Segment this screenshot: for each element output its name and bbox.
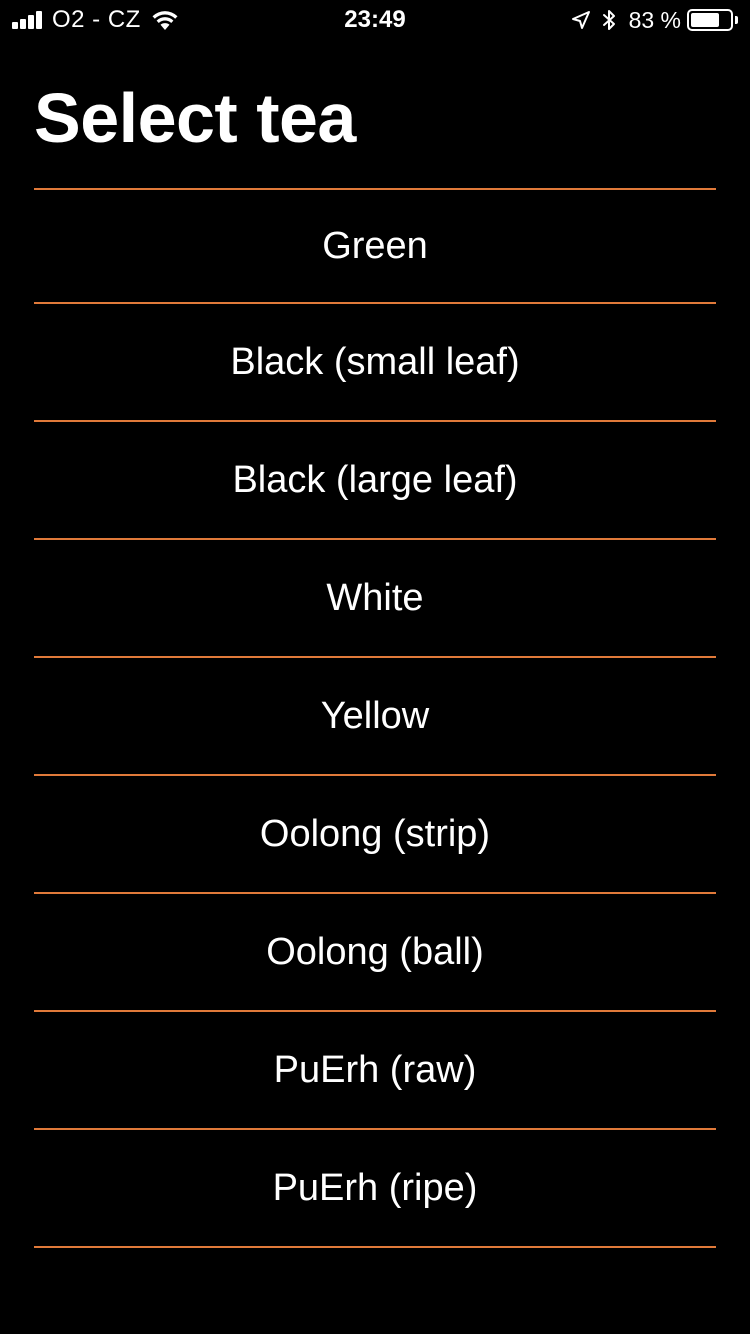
status-bar: O2 - CZ 23:49 83 %: [0, 0, 750, 40]
status-bar-right: 83 %: [571, 6, 738, 34]
tea-option[interactable]: Yellow: [34, 658, 716, 776]
battery-icon: [687, 9, 733, 31]
location-arrow-icon: [571, 11, 590, 29]
battery-cap: [735, 16, 738, 24]
tea-option-label: Black (small leaf): [230, 341, 520, 383]
tea-option-label: Green: [322, 225, 428, 267]
tea-list: Green Black (small leaf) Black (large leaf…: [34, 188, 716, 1248]
tea-option-label: White: [326, 577, 424, 619]
tea-option[interactable]: Black (small leaf): [34, 304, 716, 422]
battery-percent: 83 %: [628, 7, 681, 33]
tea-option[interactable]: Oolong (strip): [34, 776, 716, 894]
tea-option[interactable]: Oolong (ball): [34, 894, 716, 1012]
tea-option[interactable]: White: [34, 540, 716, 658]
battery-level-fill: [691, 13, 720, 27]
tea-option-label: Black (large leaf): [232, 459, 518, 501]
tea-option[interactable]: PuErh (ripe): [34, 1130, 716, 1248]
bluetooth-icon: [602, 10, 615, 30]
tea-option-label: PuErh (raw): [273, 1049, 477, 1091]
page-title: Select tea: [34, 79, 356, 157]
tea-option[interactable]: PuErh (raw): [34, 1012, 716, 1130]
tea-option-label: Yellow: [320, 695, 430, 737]
tea-option-label: Oolong (ball): [266, 931, 484, 973]
tea-option-label: Oolong (strip): [259, 813, 491, 855]
tea-option-label: PuErh (ripe): [272, 1167, 478, 1209]
tea-option[interactable]: Black (large leaf): [34, 422, 716, 540]
tea-option[interactable]: Green: [34, 190, 716, 304]
